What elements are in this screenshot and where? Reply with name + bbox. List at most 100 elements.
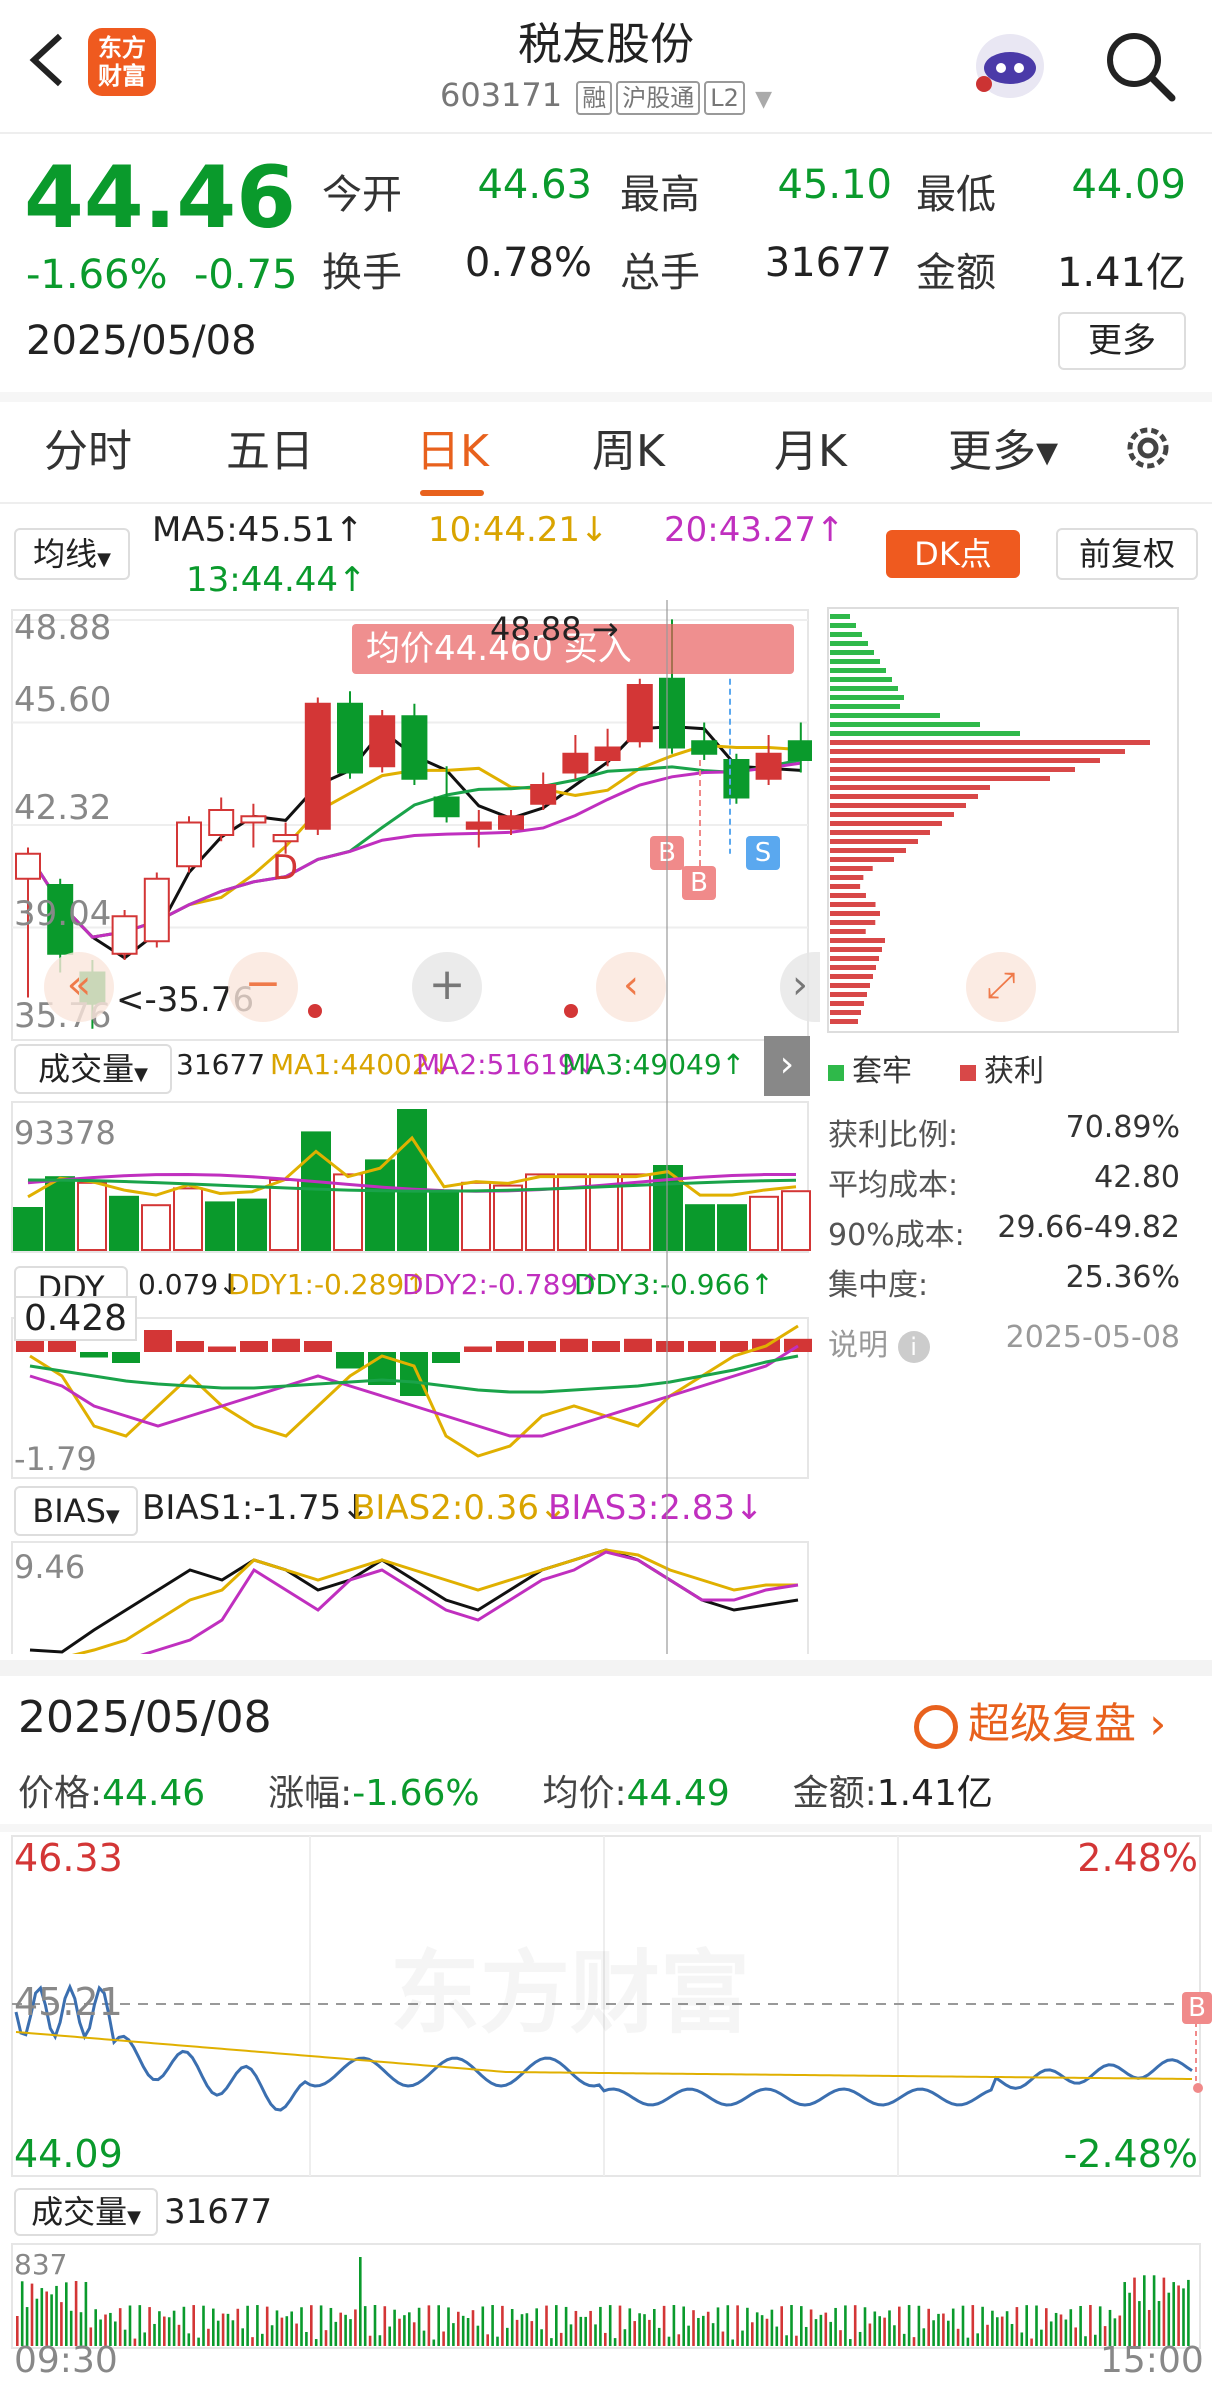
intraday-volume-bar	[780, 2306, 783, 2346]
tab-more[interactable]: 更多▾	[948, 415, 1058, 479]
dk-point-button[interactable]: DK点	[886, 530, 1020, 578]
kline-y-label: 42.32	[14, 788, 112, 828]
intraday-volume-bar	[84, 2281, 88, 2346]
current-price: 44.46	[24, 148, 297, 248]
intraday-volume-bar	[545, 2305, 548, 2346]
tab-five-day[interactable]: 五日	[226, 415, 314, 479]
chip-bar	[830, 956, 879, 961]
chip-bar	[830, 947, 882, 952]
ddy-bar	[112, 1352, 140, 1363]
ddy-bar	[304, 1341, 332, 1352]
high-price-marker: 48.88 →	[490, 610, 619, 648]
collapse-panel-button[interactable]: ›	[764, 1036, 810, 1096]
ma10-value: 10:44.21↓	[428, 510, 609, 550]
intraday-volume-bar	[207, 2328, 210, 2346]
chip-bar	[830, 992, 867, 997]
ddy-y-bottom: -1.79	[14, 1440, 97, 1478]
intraday-volume-bar	[657, 2327, 661, 2346]
intraday-volume-bar	[261, 2333, 264, 2346]
intraday-volume-bar	[692, 2310, 695, 2346]
intraday-volume-bar	[932, 2320, 935, 2346]
volume-bar	[77, 1181, 107, 1251]
price-label: 价格:	[18, 1773, 103, 1814]
expand-icon[interactable]: ⤢	[966, 952, 1036, 1022]
intraday-volume-bar	[956, 2328, 960, 2346]
adjust-button[interactable]: 前复权	[1056, 528, 1198, 580]
intraday-volume-bar	[746, 2307, 749, 2346]
intraday-volume-bar	[1030, 2338, 1033, 2346]
super-replay-link[interactable]: 超级复盘 ›	[914, 1690, 1166, 1751]
intraday-volume-bar	[849, 2339, 852, 2346]
candle-body	[530, 784, 556, 805]
intraday-volume-bar	[966, 2337, 970, 2346]
crosshair-line	[666, 600, 668, 1654]
more-button[interactable]: 更多	[1058, 312, 1186, 370]
intraday-volume-bar	[996, 2317, 999, 2346]
kline-y-label: 45.60	[14, 680, 112, 720]
zoom-in-icon[interactable]: +	[412, 952, 482, 1022]
intraday-volume-bar	[442, 2331, 445, 2346]
chip-stat-label: 90%成本:	[828, 1218, 965, 1253]
chip-bar	[830, 965, 876, 970]
legend-profit: 获利	[960, 1046, 1044, 1090]
ddy-bar	[784, 1338, 812, 1352]
chip-bar	[830, 821, 942, 826]
volume-bar	[13, 1207, 43, 1251]
intraday-volume-bar	[501, 2305, 504, 2346]
price-value: 44.46	[102, 1773, 206, 1814]
intraday-volume-bar	[295, 2323, 298, 2346]
ma-selector-label: 均线	[33, 535, 98, 573]
intraday-volume-bar	[143, 2332, 146, 2346]
avg-label: 均价:	[542, 1773, 627, 1814]
bias-selector[interactable]: BIAS▼	[14, 1486, 138, 1536]
intraday-volume-bar	[506, 2327, 509, 2346]
intraday-volume-bar	[1182, 2288, 1185, 2346]
candle-body	[691, 740, 718, 755]
sell-marker[interactable]: S	[746, 836, 780, 870]
intraday-volume-bar	[466, 2318, 470, 2346]
intraday-volume-bar	[270, 2325, 274, 2346]
settings-gear-icon[interactable]	[1118, 418, 1178, 478]
zoom-out-icon[interactable]: −	[228, 952, 298, 1022]
intraday-volume-selector[interactable]: 成交量▼	[14, 2188, 158, 2236]
volume-selector[interactable]: 成交量▼	[14, 1044, 172, 1094]
prev-icon[interactable]: ‹	[596, 952, 666, 1022]
intraday-volume-bar	[216, 2320, 220, 2346]
volume-bar	[429, 1190, 459, 1251]
candle-body	[659, 677, 685, 749]
section-divider	[0, 1660, 1212, 1676]
intraday-volume-bar	[1000, 2316, 1004, 2346]
buy-marker[interactable]: B	[1182, 1992, 1212, 2024]
ddy-bar	[144, 1330, 172, 1352]
intraday-volume-bar	[359, 2257, 362, 2346]
avg-value: 44.49	[626, 1773, 730, 1814]
tab-weekly-k[interactable]: 周K	[592, 415, 665, 479]
intraday-volume-bar	[878, 2316, 881, 2346]
intraday-volume-bar	[898, 2306, 901, 2346]
intraday-volume-bar	[579, 2316, 583, 2346]
intraday-volume-bar	[422, 2330, 426, 2346]
intraday-volume-bar	[236, 2308, 240, 2346]
super-replay-label: 超级复盘	[968, 1699, 1137, 1748]
search-icon[interactable]	[1100, 26, 1180, 106]
ma-selector[interactable]: 均线▼	[14, 528, 130, 580]
intraday-volume-bar	[555, 2305, 558, 2346]
legend-profit-label: 获利	[984, 1054, 1044, 1089]
rewind-icon[interactable]: «	[44, 952, 114, 1022]
intraday-volume-bar	[638, 2313, 641, 2346]
ddy-bar	[176, 1341, 204, 1352]
chip-bar	[830, 704, 900, 709]
high-value: 45.10	[777, 162, 892, 208]
volume-bar	[141, 1204, 171, 1251]
intraday-volume-bar	[535, 2308, 538, 2346]
intraday-volume-bar	[814, 2319, 818, 2346]
chip-note[interactable]: 说明 i	[828, 1320, 930, 1364]
tab-intraday[interactable]: 分时	[44, 415, 132, 479]
intraday-volume-bar	[760, 2315, 764, 2346]
chip-bar	[830, 713, 940, 718]
buy-marker[interactable]: B	[682, 866, 716, 900]
tab-daily-k[interactable]: 日K	[416, 415, 489, 479]
robot-avatar-icon[interactable]	[968, 24, 1052, 104]
tab-monthly-k[interactable]: 月K	[774, 415, 847, 479]
intraday-volume-bar	[893, 2325, 896, 2346]
